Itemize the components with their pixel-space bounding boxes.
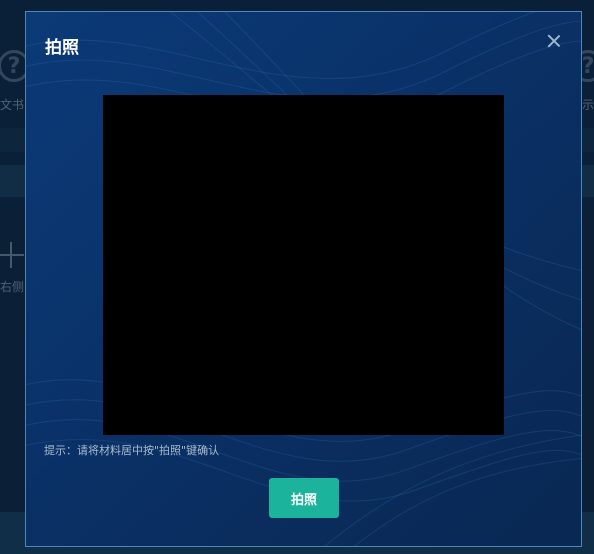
capture-photo-dialog: 拍照 提示：请将材料居中按"拍照"键确认 拍照 (25, 11, 582, 547)
close-icon[interactable] (547, 34, 561, 48)
dialog-title: 拍照 (45, 38, 79, 58)
capture-button[interactable]: 拍照 (269, 478, 339, 518)
capture-hint: 提示：请将材料居中按"拍照"键确认 (44, 444, 220, 457)
camera-preview (103, 95, 504, 435)
